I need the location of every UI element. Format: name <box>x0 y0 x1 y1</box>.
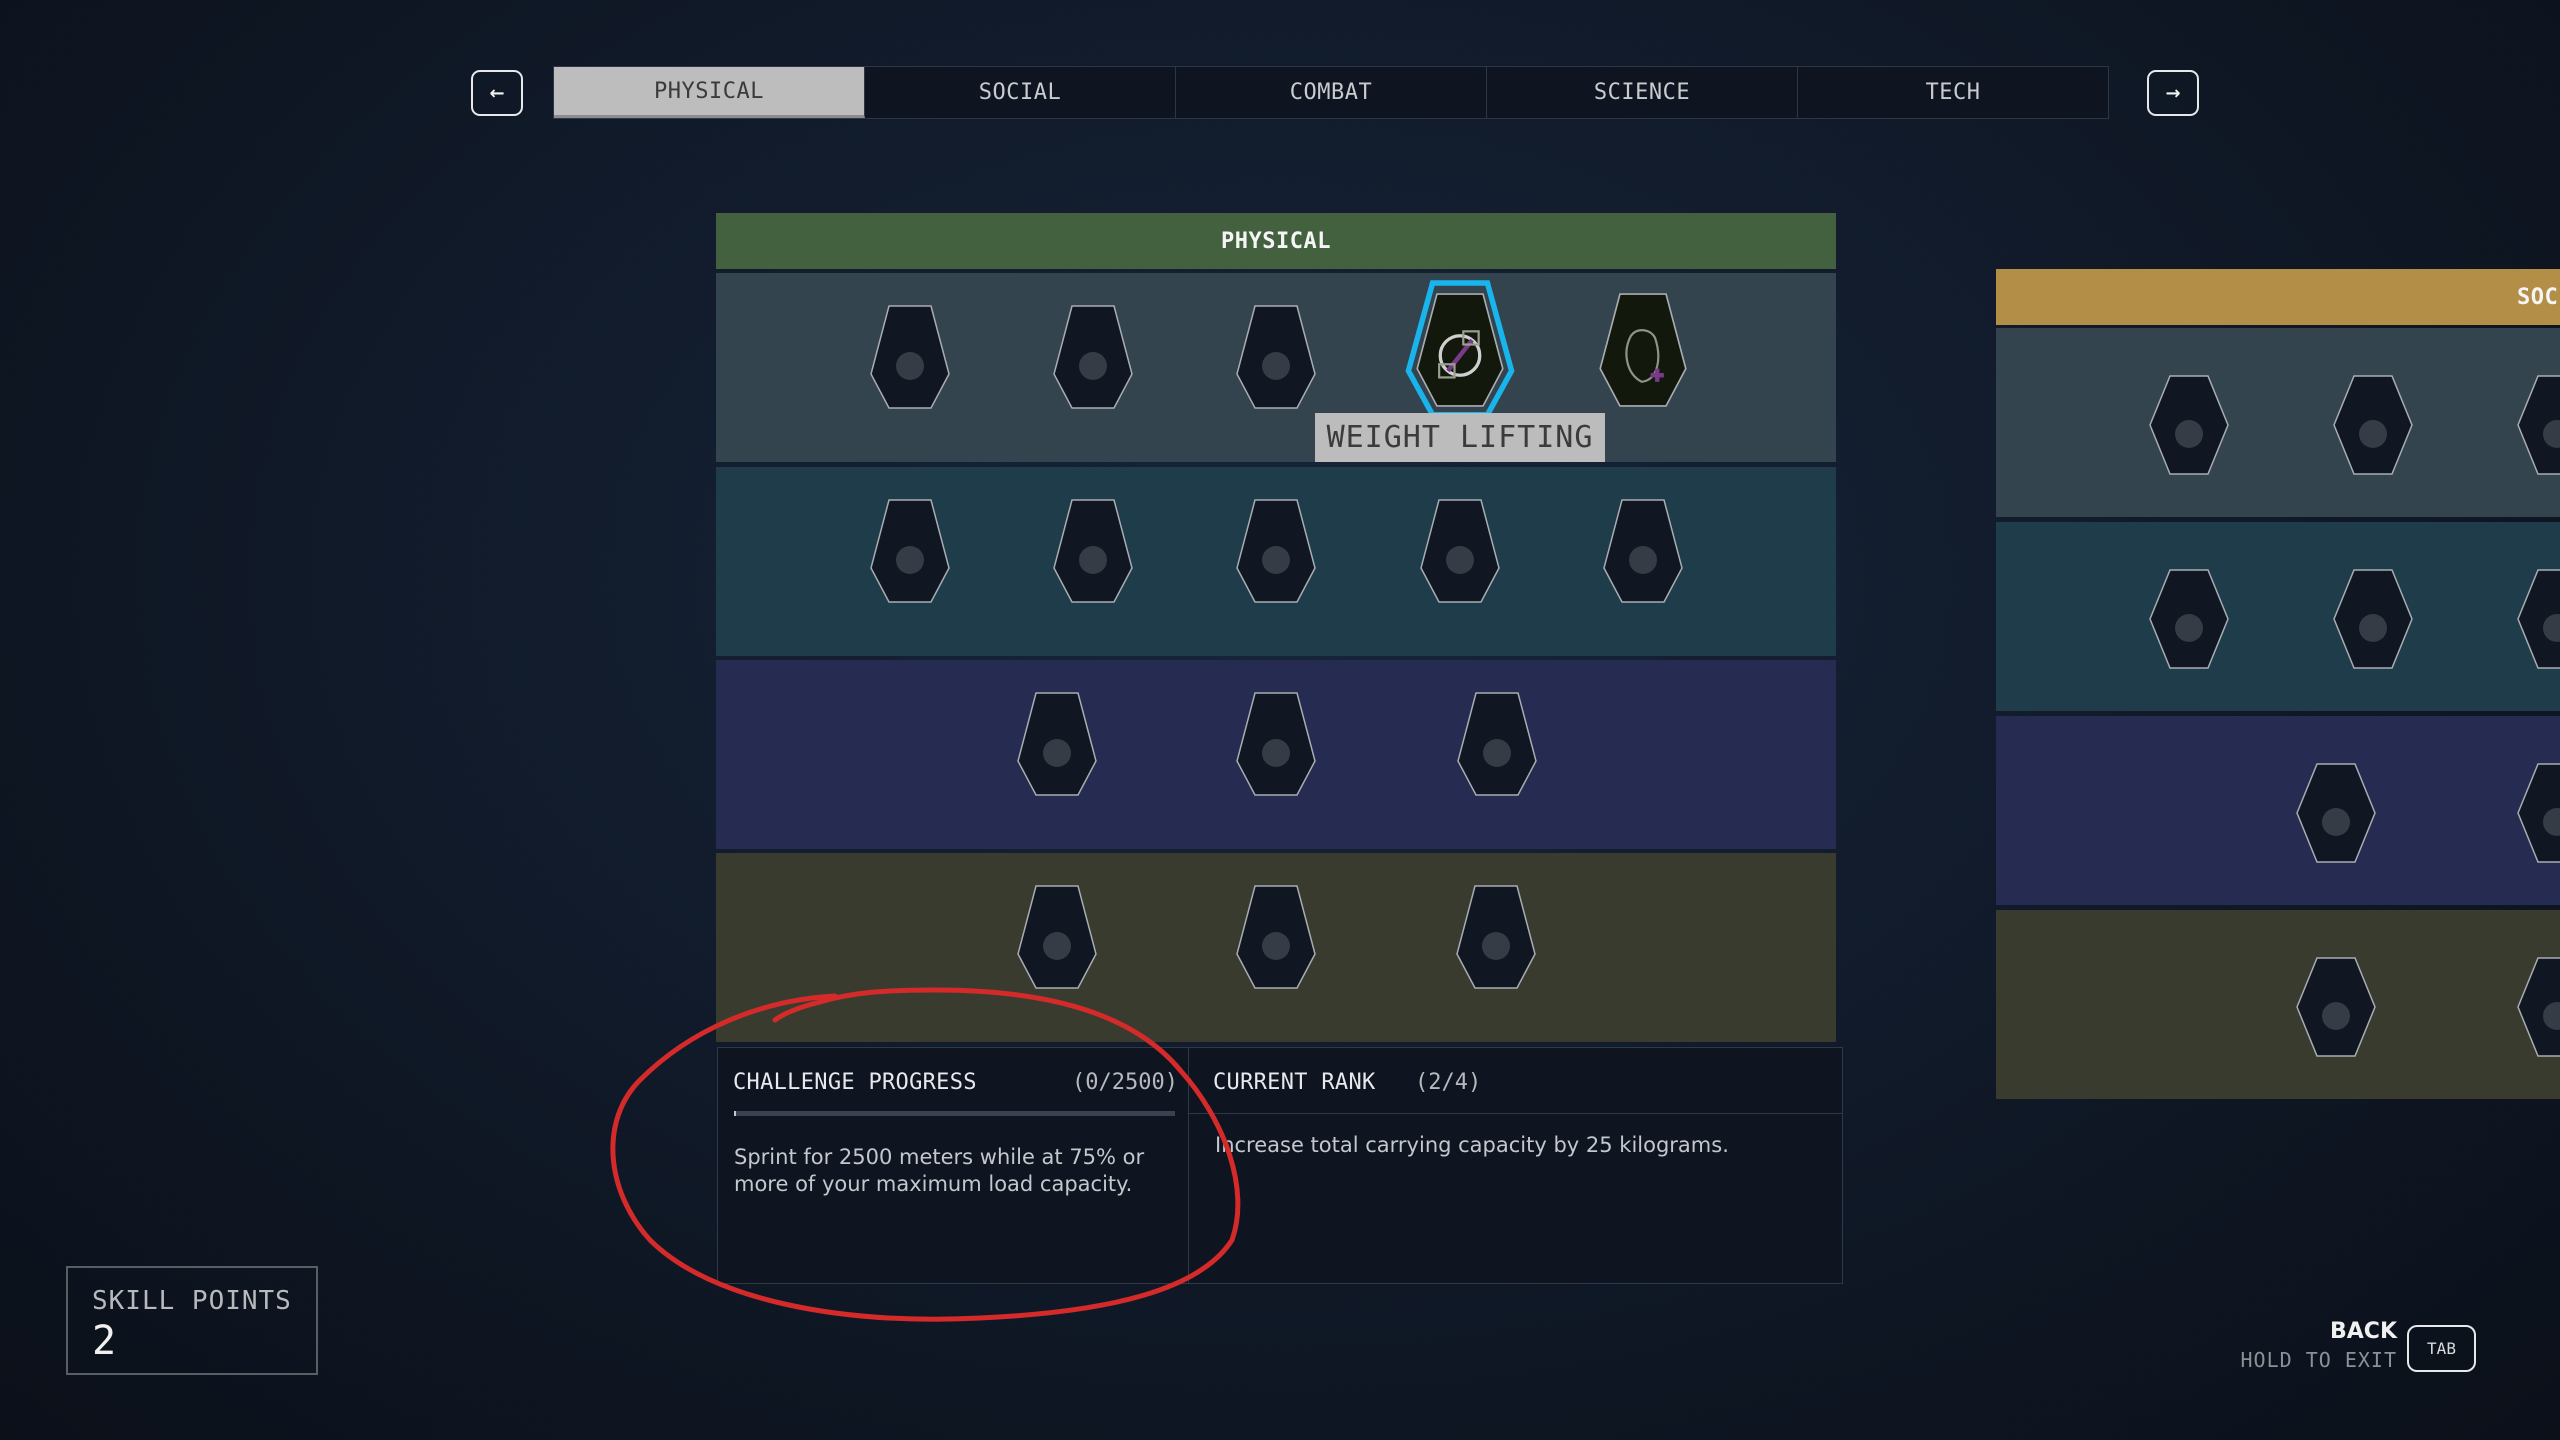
challenge-progress-title: CHALLENGE PROGRESS <box>733 1070 977 1095</box>
skill-info-panel: CHALLENGE PROGRESS (0/2500) Sprint for 2… <box>717 1047 1843 1284</box>
challenge-progress-fill <box>734 1111 736 1116</box>
skill-commerce[interactable] <box>2148 370 2230 480</box>
skill-points-box: SKILL POINTS 2 <box>66 1266 318 1375</box>
hooded-figure-icon <box>1017 885 1097 989</box>
sprinter-icon <box>1053 305 1133 409</box>
rank-description: Increase total carrying capacity by 25 k… <box>1215 1133 1729 1157</box>
biohazard-icon <box>1236 692 1316 796</box>
skill-manipulation[interactable] <box>2295 952 2377 1062</box>
money-bag-gift-icon <box>2149 569 2229 669</box>
physical-tree-header: PHYSICAL <box>716 213 1836 269</box>
arrow-right-icon: → <box>2165 82 2181 104</box>
skill-stealth[interactable] <box>1235 304 1317 410</box>
physical-tier-4 <box>716 853 1836 1042</box>
social-tree-title: SOCIAL <box>2517 284 2560 310</box>
current-rank-section: CURRENT RANK (2/4) Increase total carryi… <box>1189 1048 1842 1283</box>
handshake-planets-icon <box>2333 569 2413 669</box>
challenge-progress-bar <box>734 1111 1175 1116</box>
challenge-description: Sprint for 2500 meters while at 75% or m… <box>734 1145 1145 1196</box>
physical-skill-tree: PHYSICAL <box>716 213 1836 1043</box>
lightning-astronaut-icon <box>870 499 950 603</box>
skill-outpost-management[interactable] <box>2516 952 2560 1062</box>
feather-flame-icon <box>1456 885 1536 989</box>
skill-tooltip: WEIGHT LIFTING <box>1315 413 1605 462</box>
skill-martial-arts[interactable] <box>1456 691 1538 797</box>
skill-concealment[interactable] <box>1455 884 1537 990</box>
food-triangle-icon <box>1420 499 1500 603</box>
skill-rejuvenation[interactable] <box>1235 884 1317 990</box>
meditation-icon <box>1017 692 1097 796</box>
fist-icon <box>870 305 950 409</box>
tab-physical[interactable]: PHYSICAL <box>554 67 865 118</box>
fist-fangs-icon <box>1457 692 1537 796</box>
back-label: BACK <box>2330 1319 2397 1344</box>
skill-fitness[interactable] <box>1052 304 1134 410</box>
skill-instigation[interactable] <box>2295 758 2377 868</box>
skill-cellular-regeneration[interactable] <box>1016 691 1098 797</box>
dish-hand-icon <box>2333 375 2413 475</box>
skill-wellness[interactable] <box>1598 289 1688 411</box>
next-category-button[interactable]: → <box>2147 70 2199 116</box>
tab-science[interactable]: SCIENCE <box>1487 67 1798 118</box>
skill-isolation[interactable] <box>2148 564 2230 674</box>
tab-key-label: TAB <box>2427 1339 2456 1358</box>
physical-tier-2 <box>716 467 1836 656</box>
physical-tier-1 <box>716 273 1836 462</box>
target-head-icon <box>1603 499 1683 603</box>
credstick-hand-icon <box>2149 375 2229 475</box>
heart-plus-icon <box>1599 293 1687 407</box>
puppet-icon <box>2296 957 2376 1057</box>
prev-category-button[interactable]: ← <box>471 70 523 116</box>
skill-decontamination[interactable] <box>1235 691 1317 797</box>
skill-neurostrikes[interactable] <box>1016 884 1098 990</box>
astronaut-storm-icon <box>1053 499 1133 603</box>
tab-combat[interactable]: COMBAT <box>1176 67 1487 118</box>
social-skill-tree: SOCIAL <box>1996 269 2560 1099</box>
social-tier-3 <box>1996 716 2560 905</box>
tab-social[interactable]: SOCIAL <box>865 67 1176 118</box>
skill-boxing[interactable] <box>869 304 951 410</box>
skill-negotiation[interactable] <box>2332 564 2414 674</box>
physical-tier-3 <box>716 660 1836 849</box>
physical-tree-title: PHYSICAL <box>1221 228 1331 254</box>
skill-intimidation[interactable] <box>2516 564 2560 674</box>
current-rank-value: (2/4) <box>1415 1070 1482 1095</box>
match-people-icon <box>2296 763 2376 863</box>
challenge-progress-section: CHALLENGE PROGRESS (0/2500) Sprint for 2… <box>718 1048 1189 1283</box>
hold-to-exit-label: HOLD TO EXIT <box>2240 1348 2397 1372</box>
current-rank-title: CURRENT RANK <box>1213 1070 1376 1095</box>
skill-points-label: SKILL POINTS <box>92 1286 292 1316</box>
skill-persuasion[interactable] <box>2516 370 2560 480</box>
skill-energy-weapon-dissipation[interactable] <box>869 498 951 604</box>
skill-gymnastics[interactable] <box>1235 498 1317 604</box>
category-tabs: PHYSICAL SOCIAL COMBAT SCIENCE TECH <box>553 66 2109 119</box>
crew-astronauts-icon <box>2517 763 2560 863</box>
skill-points-value: 2 <box>92 1318 117 1364</box>
tab-tech[interactable]: TECH <box>1798 67 2108 118</box>
lightning-head-icon <box>1236 885 1316 989</box>
speaking-head-icon <box>2517 375 2560 475</box>
back-button[interactable]: TAB <box>2407 1325 2476 1372</box>
skill-gastronomy[interactable] <box>2332 370 2414 480</box>
social-tier-2 <box>1996 522 2560 711</box>
terminal-person-icon <box>2517 957 2560 1057</box>
acrobat-icon <box>1236 499 1316 603</box>
arrow-left-icon: ← <box>489 82 505 104</box>
challenge-progress-value: (0/2500) <box>1072 1070 1178 1095</box>
dumbbell-icon <box>1405 280 1515 418</box>
skill-environmental-conditioning[interactable] <box>1052 498 1134 604</box>
social-tier-1 <box>1996 328 2560 517</box>
skill-nutrition[interactable] <box>1419 498 1501 604</box>
snarling-face-icon <box>2517 569 2560 669</box>
social-tier-4 <box>1996 910 2560 1099</box>
skill-weight-lifting[interactable] <box>1405 280 1515 418</box>
masked-gunman-icon <box>1236 305 1316 409</box>
rank-divider <box>1189 1113 1842 1114</box>
skill-leadership[interactable] <box>2516 758 2560 868</box>
social-tree-header: SOCIAL <box>1996 269 2560 325</box>
skill-pain-tolerance[interactable] <box>1602 498 1684 604</box>
